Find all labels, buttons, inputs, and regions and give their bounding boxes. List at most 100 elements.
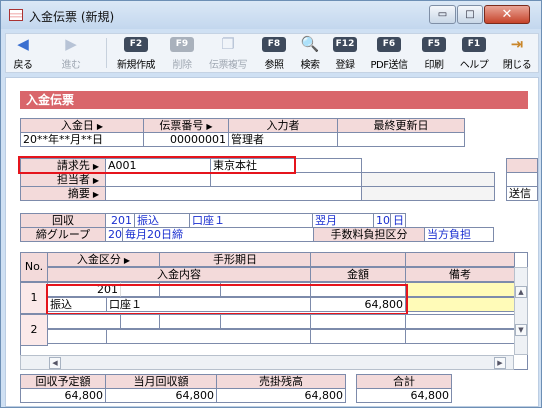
collection-day-unit: 日 bbox=[390, 213, 406, 228]
back-label: 戻る bbox=[13, 60, 34, 71]
search-icon: 🔍 bbox=[300, 35, 320, 53]
pdf-send-button[interactable]: F6 PDF送信 bbox=[364, 34, 414, 72]
print-button[interactable]: F5 印刷 bbox=[418, 34, 450, 72]
horizontal-scrollbar[interactable]: ◀ ▶ bbox=[20, 355, 514, 370]
partial-cell bbox=[506, 158, 538, 173]
f8-key-icon: F8 bbox=[262, 37, 286, 52]
closing-group-name: 毎月20日締 bbox=[122, 227, 314, 242]
row2-memo[interactable] bbox=[405, 329, 515, 344]
collection-month[interactable]: 翌月 bbox=[312, 213, 374, 228]
application-window: 入金伝票 (新規) ▭ □ ✕ ◀ 戻る ▶ 進む F2 新規作成 F9 削除 … bbox=[0, 0, 542, 408]
partial-cell bbox=[506, 172, 538, 187]
forward-button[interactable]: ▶ 進む bbox=[52, 34, 90, 72]
summary-field[interactable] bbox=[105, 186, 362, 201]
back-button[interactable]: ◀ 戻る bbox=[8, 34, 38, 72]
close-form-label: 閉じる bbox=[502, 60, 532, 71]
minimize-button[interactable]: ▭ bbox=[429, 5, 456, 24]
new-button[interactable]: F2 新規作成 bbox=[110, 34, 162, 72]
copy-slip-label: 伝票複写 bbox=[209, 60, 248, 71]
vertical-scrollbar[interactable]: ▲ ▼ bbox=[514, 267, 528, 355]
last-updated-label: 最終更新日 bbox=[337, 118, 465, 133]
collection-method: 振込 bbox=[134, 213, 190, 228]
collection-day[interactable]: 10 bbox=[373, 213, 391, 228]
row2-blank bbox=[220, 314, 311, 329]
row2-account bbox=[106, 329, 311, 344]
blank-cell bbox=[361, 172, 495, 187]
help-label: ヘルプ bbox=[459, 60, 489, 71]
f1-key-icon: F1 bbox=[462, 37, 486, 52]
f2-key-icon: F2 bbox=[124, 37, 148, 52]
new-label: 新規作成 bbox=[117, 60, 156, 71]
billing-highlight bbox=[18, 156, 296, 174]
summary-label[interactable]: 摘要 ▶ bbox=[20, 186, 106, 201]
slip-number-label: 伝票番号 ▶ bbox=[143, 118, 229, 133]
f6-key-icon: F6 bbox=[377, 37, 401, 52]
row1-memo[interactable] bbox=[405, 297, 515, 312]
total-value: 64,800 bbox=[356, 388, 452, 403]
register-label: 登録 bbox=[335, 60, 356, 71]
toolbar-separator bbox=[106, 38, 107, 68]
row2-blank bbox=[310, 314, 406, 329]
row2-memo-top[interactable] bbox=[405, 314, 515, 329]
reference-button[interactable]: F8 参照 bbox=[258, 34, 290, 72]
month-collected-value: 64,800 bbox=[105, 388, 217, 403]
form-title: 入金伝票 bbox=[20, 91, 528, 109]
header-blank bbox=[310, 252, 406, 267]
scroll-right-button[interactable]: ▶ bbox=[494, 357, 506, 369]
scroll-left-button[interactable]: ◀ bbox=[49, 357, 61, 369]
person-label[interactable]: 担当者 ▶ bbox=[20, 172, 106, 187]
form-area: 入金伝票 入金日 ▶ 20**年**月**日 伝票番号 ▶ 00000001 入力者… bbox=[5, 77, 539, 407]
delete-label: 削除 bbox=[172, 60, 193, 71]
kubun-header[interactable]: 入金区分 ▶ bbox=[47, 252, 160, 267]
collection-code[interactable]: 201 bbox=[105, 213, 135, 228]
blank-cell bbox=[361, 186, 495, 201]
inputter-label: 入力者 bbox=[228, 118, 338, 133]
scroll-up-button[interactable]: ▲ bbox=[515, 286, 527, 298]
f9-key-icon: F9 bbox=[170, 37, 194, 52]
row2-code[interactable] bbox=[47, 314, 121, 329]
person-name-field bbox=[210, 172, 362, 187]
f5-key-icon: F5 bbox=[422, 37, 446, 52]
register-button[interactable]: F12 登録 bbox=[330, 34, 360, 72]
row2-blank bbox=[120, 314, 160, 329]
person-code-field[interactable] bbox=[105, 172, 211, 187]
planned-value: 64,800 bbox=[20, 388, 106, 403]
search-label: 検索 bbox=[300, 60, 321, 71]
toolbar: ◀ 戻る ▶ 進む F2 新規作成 F9 削除 ❐ 伝票複写 F8 参照 🔍 検… bbox=[5, 33, 539, 73]
fee-burden-label: 手数料負担区分 bbox=[313, 227, 425, 242]
scroll-down-button[interactable]: ▼ bbox=[515, 324, 527, 336]
fee-burden-value[interactable]: 当方負担 bbox=[424, 227, 494, 242]
total-label: 合計 bbox=[356, 374, 452, 389]
receivable-value: 64,800 bbox=[216, 388, 346, 403]
app-icon bbox=[9, 9, 23, 21]
copy-icon: ❐ bbox=[221, 35, 235, 53]
help-button[interactable]: F1 ヘルプ bbox=[454, 34, 494, 72]
last-updated-field bbox=[337, 132, 465, 147]
maximize-button[interactable]: □ bbox=[457, 5, 483, 24]
memo-header: 備考 bbox=[405, 267, 515, 282]
collection-account: 口座１ bbox=[189, 213, 313, 228]
row1-memo-top[interactable] bbox=[405, 282, 515, 297]
copy-slip-button[interactable]: ❐ 伝票複写 bbox=[202, 34, 254, 72]
back-arrow-icon: ◀ bbox=[17, 35, 29, 53]
close-button[interactable]: ✕ bbox=[484, 5, 530, 24]
date-field[interactable]: 20**年**月**日 bbox=[20, 132, 144, 147]
row2-amount[interactable] bbox=[310, 329, 406, 344]
row-number[interactable]: 1 bbox=[20, 282, 48, 314]
header-blank bbox=[405, 252, 515, 267]
print-label: 印刷 bbox=[424, 60, 445, 71]
closing-group-code[interactable]: 20 bbox=[105, 227, 123, 242]
pdf-send-label: PDF送信 bbox=[370, 60, 408, 71]
date-label: 入金日 ▶ bbox=[20, 118, 144, 133]
planned-label: 回収予定額 bbox=[20, 374, 106, 389]
search-button[interactable]: 🔍 検索 bbox=[294, 34, 326, 72]
row-number[interactable]: 2 bbox=[20, 314, 48, 346]
reference-label: 参照 bbox=[264, 60, 285, 71]
amount-header: 金額 bbox=[310, 267, 406, 282]
row2-tegata[interactable] bbox=[159, 314, 221, 329]
collection-label: 回収 bbox=[20, 213, 106, 228]
slip-number-field[interactable]: 00000001 bbox=[143, 132, 229, 147]
closing-group-label: 締グループ bbox=[20, 227, 106, 242]
delete-button[interactable]: F9 削除 bbox=[166, 34, 198, 72]
close-form-button[interactable]: ⇥ 閉じる bbox=[498, 34, 536, 72]
